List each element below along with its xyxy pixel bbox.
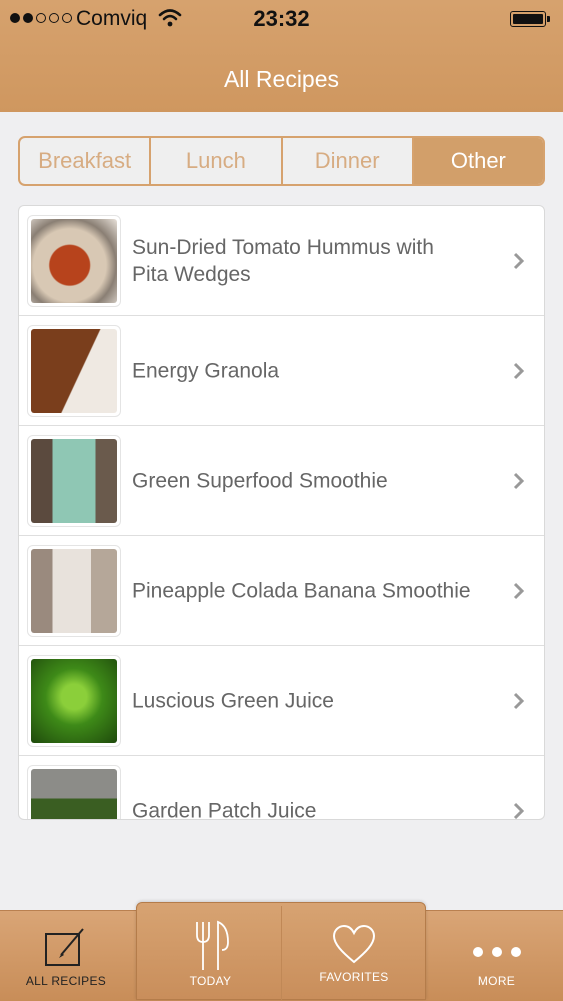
recipe-list: Sun-Dried Tomato Hummus with Pita Wedges… bbox=[18, 205, 545, 820]
recipe-thumbnail bbox=[27, 435, 121, 527]
recipe-row[interactable]: Luscious Green Juice bbox=[19, 646, 544, 756]
chevron-right-icon bbox=[513, 252, 525, 269]
recipe-thumbnail bbox=[27, 325, 121, 417]
status-time: 23:32 bbox=[253, 6, 310, 31]
recipe-row[interactable]: Garden Patch Juice bbox=[19, 756, 544, 820]
chevron-right-icon bbox=[513, 802, 525, 819]
tab-label: FAVORITES bbox=[319, 970, 389, 984]
recipe-title: Luscious Green Juice bbox=[132, 689, 334, 712]
tab-all-recipes[interactable]: ALL RECIPES bbox=[0, 910, 132, 1000]
tab-label: ALL RECIPES bbox=[25, 974, 107, 988]
tab-label: MORE bbox=[477, 974, 516, 988]
page-title: All Recipes bbox=[223, 66, 340, 92]
segment-dinner[interactable]: Dinner bbox=[283, 138, 414, 184]
recipe-row[interactable]: Green Superfood Smoothie bbox=[19, 426, 544, 536]
meal-segmented-control: Breakfast Lunch Dinner Other bbox=[18, 136, 545, 186]
segment-lunch[interactable]: Lunch bbox=[151, 138, 283, 184]
heart-icon bbox=[332, 924, 376, 964]
tab-label: TODAY bbox=[189, 974, 232, 988]
header: Comviq 23:32 All Recipes bbox=[0, 0, 563, 112]
recipe-thumbnail bbox=[27, 215, 121, 307]
recipe-row[interactable]: Energy Granola bbox=[19, 316, 544, 426]
edit-icon bbox=[45, 928, 84, 966]
recipe-row[interactable]: Sun-Dried Tomato Hummus with Pita Wedges bbox=[19, 206, 544, 316]
tab-favorites[interactable]: FAVORITES bbox=[282, 902, 426, 1000]
status-bar: Comviq 23:32 bbox=[0, 0, 563, 40]
chevron-right-icon bbox=[513, 582, 525, 599]
recipe-title: Sun-Dried Tomato Hummus with Pita Wedges bbox=[132, 235, 434, 286]
chevron-right-icon bbox=[513, 362, 525, 379]
segment-breakfast[interactable]: Breakfast bbox=[20, 138, 152, 184]
recipe-thumbnail bbox=[27, 545, 121, 637]
segment-other[interactable]: Other bbox=[413, 138, 543, 184]
recipe-row[interactable]: Pineapple Colada Banana Smoothie bbox=[19, 536, 544, 646]
recipe-thumbnail bbox=[27, 765, 121, 819]
recipe-title: Green Superfood Smoothie bbox=[132, 469, 388, 492]
fork-knife-icon bbox=[196, 920, 229, 970]
tab-today[interactable]: TODAY bbox=[140, 902, 281, 1000]
recipe-title: Pineapple Colada Banana Smoothie bbox=[132, 579, 471, 602]
recipe-thumbnail bbox=[27, 655, 121, 747]
chevron-right-icon bbox=[513, 472, 525, 489]
recipe-title: Garden Patch Juice bbox=[132, 799, 317, 820]
tab-more[interactable]: MORE bbox=[430, 910, 563, 1000]
recipe-title: Energy Granola bbox=[132, 359, 280, 382]
chevron-right-icon bbox=[513, 692, 525, 709]
more-icon bbox=[473, 947, 521, 957]
battery-icon bbox=[510, 11, 546, 27]
